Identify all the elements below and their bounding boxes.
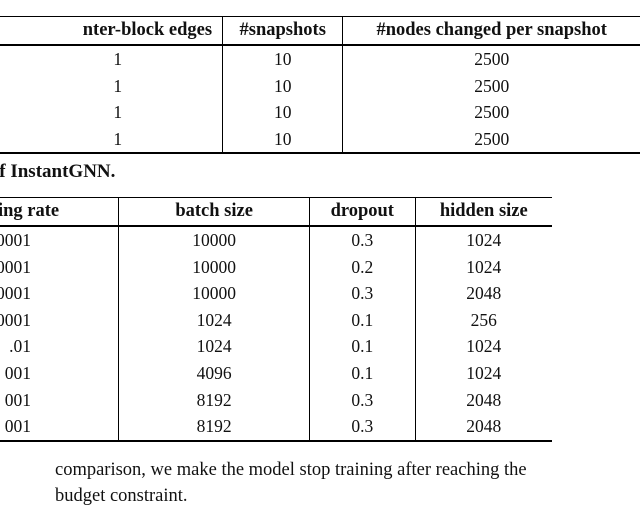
table-row: 001 8192 0.3 2048 [0,386,552,414]
cell-learning-rate: 001 [0,386,120,414]
cell-learning-rate-text: 0001 [0,256,31,277]
table-row: 1 10 2500 [0,99,640,126]
paragraph-line: comparison, we make the model stop train… [55,460,527,480]
cell-learning-rate-text: 001 [4,416,31,437]
cell-batch-size: 1024 [118,306,311,334]
column-header-learning-rate: ing rate [0,197,120,226]
body-paragraph: comparison, we make the model stop train… [55,457,640,509]
table2-caption: eters of InstantGNN. [0,161,115,183]
cell-hidden-size: 256 [470,309,497,330]
hyperparameters-table: ing rate batch size dropout hidden size … [0,197,552,442]
cell-dropout: 0.1 [309,333,416,360]
column-header-batch-size: batch size [118,197,311,226]
cell-batch-size: 1024 [118,333,311,360]
cell-inter-block-edges: 1 [0,99,224,126]
cell-learning-rate: 0001 [0,253,120,281]
cell-hidden-size: 1024 [466,336,502,357]
table-row: .01 1024 0.1 1024 [0,333,552,360]
table-row: 001 8192 0.3 2048 [0,413,552,441]
cell-dropout: 0.3 [309,280,416,307]
column-header-hidden-size: hidden size [439,201,528,221]
cell-hidden-size: 1024 [466,256,502,277]
table-row: 001 4096 0.1 1024 [0,359,552,387]
cell-batch-size: 10000 [118,280,311,307]
cell-hidden-size: 1024 [466,362,502,383]
table-header-row: nter-block edges #snapshots #nodes chang… [0,16,640,45]
table-row: 0001 1024 0.1 256 [0,306,552,334]
column-header-inter-block-edges: nter-block edges [0,16,224,45]
cell-learning-rate: 0001 [0,306,120,334]
column-header-nodes-changed: #nodes changed per snapshot [376,20,607,40]
table-row: 1 10 2500 [0,125,640,154]
cell-batch-size: 10000 [118,253,311,281]
column-header-dropout: dropout [309,197,416,226]
cell-hidden-size: 2048 [466,389,502,410]
dataset-statistics-table: nter-block edges #snapshots #nodes chang… [0,16,640,155]
table2-caption-text: eters of InstantGNN. [0,161,116,182]
cell-nodes-changed: 2500 [474,102,510,123]
cell-hidden-size: 2048 [466,283,502,304]
table-row: 1 10 2500 [0,72,640,100]
cell-inter-block-edges: 1 [0,45,224,73]
cell-learning-rate-text: 0001 [0,283,31,304]
cell-batch-size: 10000 [118,226,311,254]
cell-nodes-changed: 2500 [474,128,510,149]
cell-dropout: 0.3 [309,226,416,254]
cell-hidden-size: 2048 [466,416,502,437]
cell-inter-block-edges: 1 [0,72,224,100]
column-header-snapshots: #snapshots [222,16,344,45]
column-header-learning-rate-text: ing rate [0,201,60,221]
cell-dropout: 0.1 [309,306,416,334]
cell-learning-rate: .01 [0,333,120,360]
cell-hidden-size: 1024 [466,230,502,250]
paragraph-line: budget constraint. [55,486,188,506]
table-row: 1 10 2500 [0,45,640,73]
cell-learning-rate-text: .01 [9,336,31,357]
cell-learning-rate-text: 001 [4,362,31,383]
cell-batch-size: 8192 [118,386,311,414]
table-header-row: ing rate batch size dropout hidden size [0,197,552,226]
cell-nodes-changed: 2500 [474,49,510,69]
cell-learning-rate: 001 [0,413,120,441]
cell-learning-rate: 0001 [0,226,120,254]
cell-learning-rate: 0001 [0,280,120,307]
cell-inter-block-edges: 1 [0,125,224,154]
cell-dropout: 0.3 [309,413,416,441]
cell-snapshots: 10 [222,45,344,73]
cell-batch-size: 8192 [118,413,311,441]
cell-batch-size: 4096 [118,359,311,387]
cell-dropout: 0.1 [309,359,416,387]
cell-learning-rate-text: 0001 [0,309,31,330]
cell-nodes-changed: 2500 [474,75,510,96]
table-row: 0001 10000 0.3 1024 [0,226,552,254]
cell-dropout: 0.3 [309,386,416,414]
cell-learning-rate-text: 001 [4,389,31,410]
cell-learning-rate: 001 [0,359,120,387]
cell-dropout: 0.2 [309,253,416,281]
cell-snapshots: 10 [222,125,344,154]
table-row: 0001 10000 0.2 1024 [0,253,552,281]
cell-snapshots: 10 [222,99,344,126]
cell-learning-rate-text: 0001 [0,230,31,250]
table-row: 0001 10000 0.3 2048 [0,280,552,307]
cell-snapshots: 10 [222,72,344,100]
